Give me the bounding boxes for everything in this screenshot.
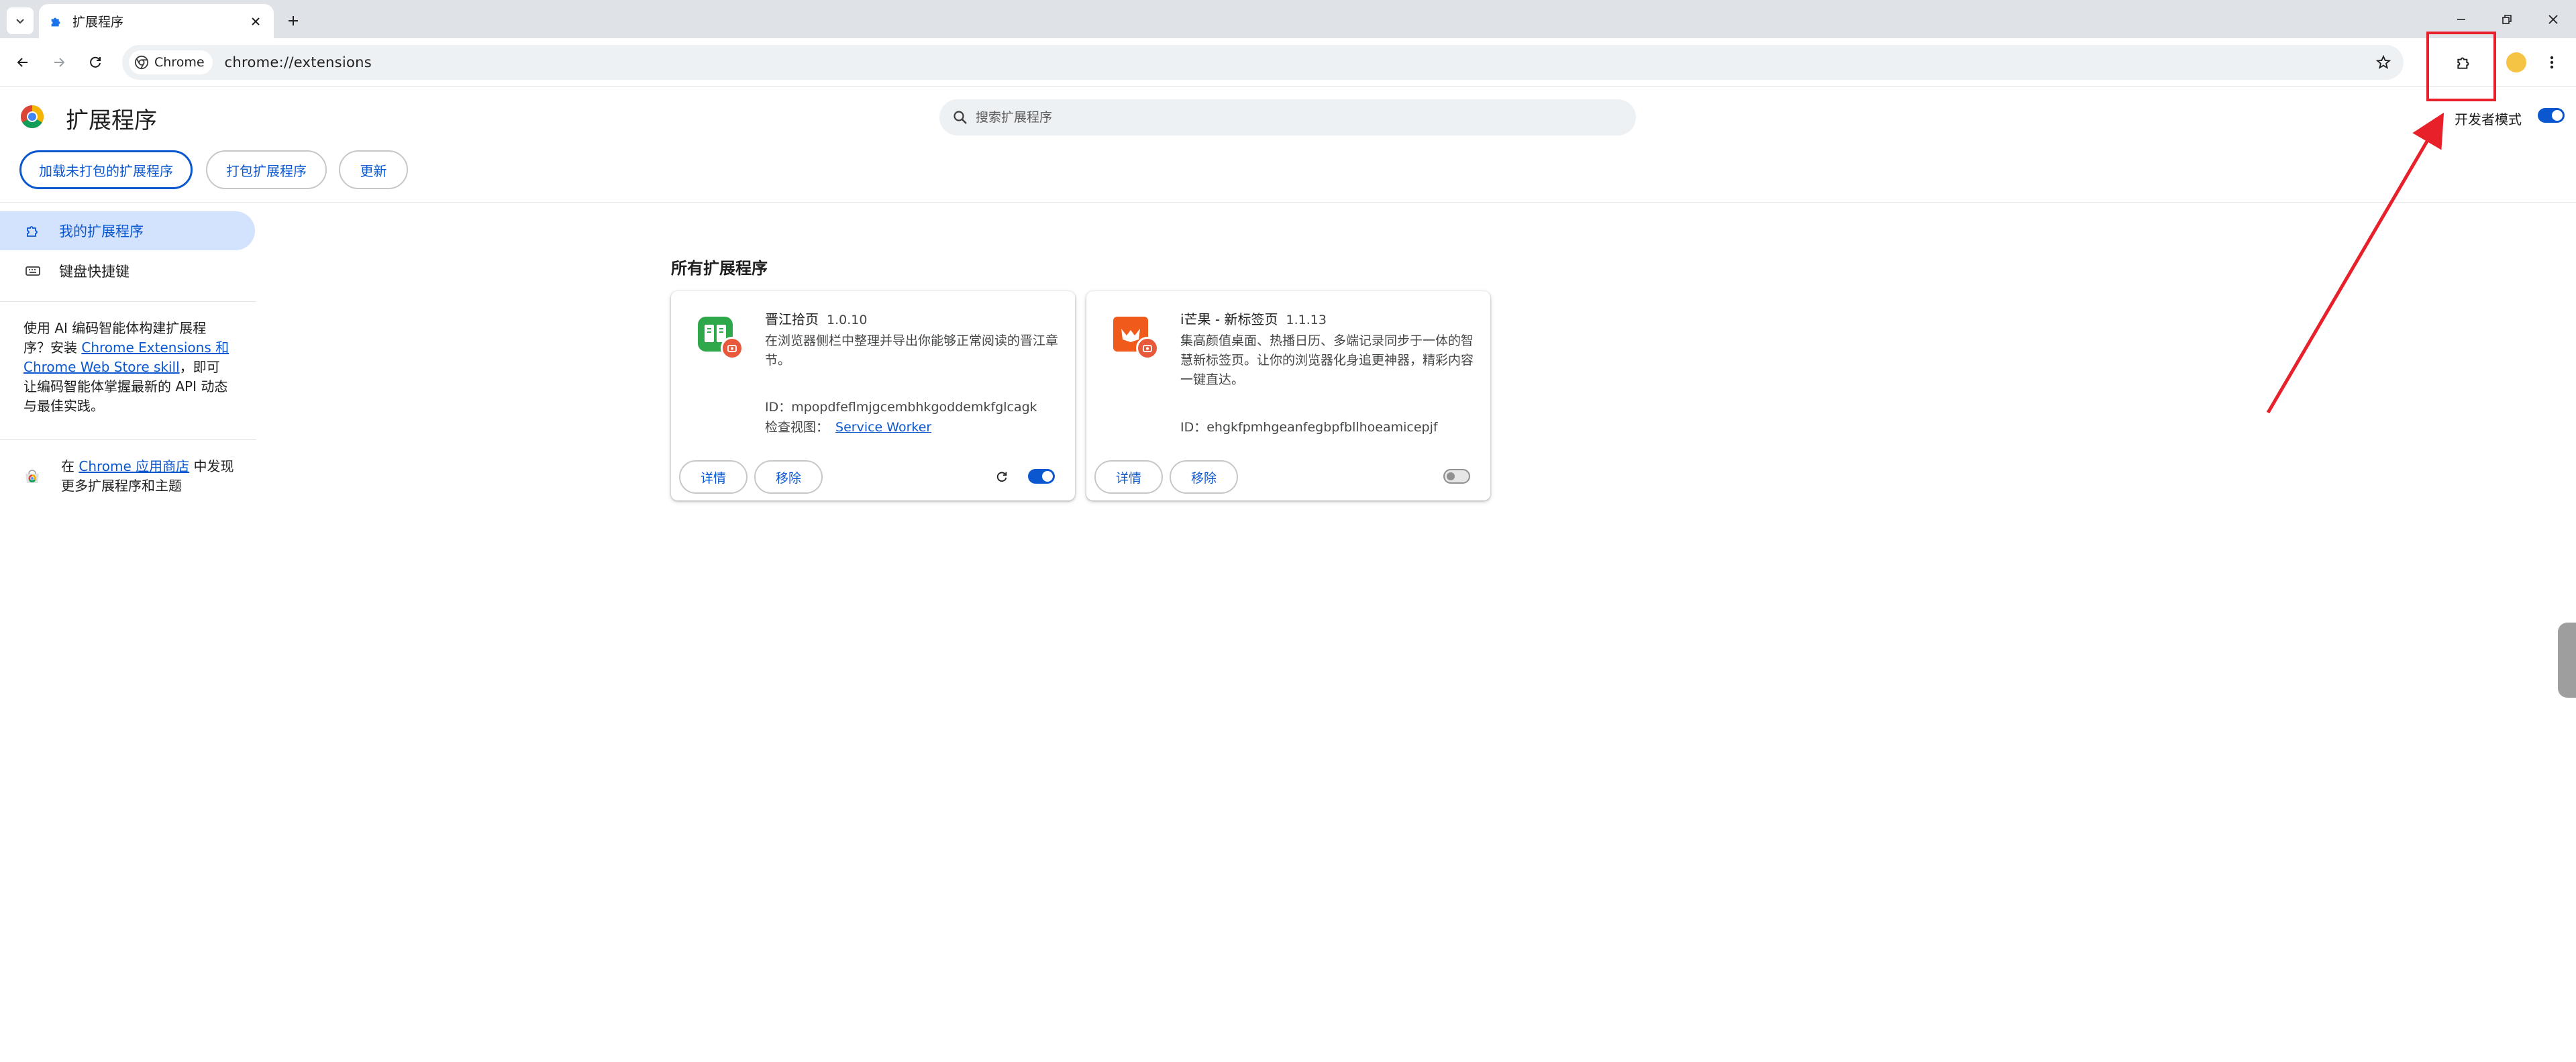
close-icon	[2548, 15, 2558, 24]
more-menu-button[interactable]	[2542, 49, 2562, 76]
minimize-icon	[2457, 19, 2465, 20]
reload-icon	[996, 472, 1007, 482]
divider	[0, 439, 256, 440]
plus-icon	[289, 16, 298, 25]
address-bar[interactable]: Chrome chrome://extensions	[122, 45, 2404, 80]
sidebar-item-keyboard-shortcuts[interactable]: 键盘快捷键	[0, 252, 255, 290]
extension-version: 1.0.10	[827, 313, 868, 327]
extension-badge-icon	[721, 337, 743, 360]
forward-button[interactable]	[46, 49, 72, 76]
restore-button[interactable]	[2493, 8, 2520, 31]
tab-search-button[interactable]	[7, 7, 34, 34]
details-button[interactable]: 详情	[1094, 460, 1163, 494]
extension-version: 1.1.13	[1286, 313, 1327, 327]
kebab-menu-icon	[2550, 56, 2554, 69]
reload-button[interactable]	[82, 49, 109, 76]
extension-description: 在浏览器侧栏中整理并导出你能够正常阅读的晋江章节。	[765, 333, 1059, 368]
reload-icon	[90, 56, 101, 68]
restore-icon	[2502, 15, 2512, 24]
url-text: chrome://extensions	[224, 54, 372, 70]
search-input[interactable]	[976, 110, 1580, 125]
service-worker-link[interactable]: Service Worker	[835, 420, 931, 435]
extension-card: 晋江拾页 1.0.10 在浏览器侧栏中整理并导出你能够正常阅读的晋江章节。 ID：…	[671, 291, 1075, 500]
chrome-logo-icon	[21, 105, 44, 128]
minimize-button[interactable]	[2448, 8, 2475, 31]
extension-description: 集高颜值桌面、热播日历、多端记录同步于一体的智慧新标签页。让你的浏览器化身追更神…	[1180, 333, 1474, 387]
extension-title: 晋江拾页	[765, 311, 819, 327]
dev-mode-label: 开发者模式	[2455, 111, 2522, 127]
keyboard-icon	[24, 262, 42, 280]
inspect-label: 检查视图：	[765, 420, 829, 435]
profile-avatar[interactable]	[2506, 52, 2526, 72]
extension-card: i芒果 - 新标签页 1.1.13 集高颜值桌面、热播日历、多端记录同步于一体的智…	[1086, 291, 1490, 500]
web-store-link[interactable]: Chrome 应用商店	[79, 458, 189, 474]
update-button[interactable]: 更新	[339, 150, 408, 189]
extension-enable-toggle[interactable]	[1028, 469, 1055, 484]
back-button[interactable]	[9, 49, 36, 76]
chrome-icon	[134, 55, 149, 70]
id-value: mpopdfeflmjgcembhkgoddemkfglcagk	[791, 400, 1037, 415]
arrow-right-icon	[54, 58, 65, 67]
extension-id: ID：mpopdfeflmjgcembhkgoddemkfglcagk	[765, 397, 1037, 415]
browser-toolbar: Chrome chrome://extensions	[0, 38, 2576, 87]
extension-title: i芒果 - 新标签页	[1180, 311, 1278, 327]
id-label: ID：	[1180, 420, 1207, 435]
chevron-down-icon	[16, 19, 24, 24]
extensions-header: 扩展程序 开发者模式 加载未打包的扩展程序 打包扩展程序 更新	[0, 87, 2576, 203]
sidebar-item-my-extensions[interactable]: 我的扩展程序	[0, 211, 255, 250]
extension-id: ID：ehgkfpmhgeanfegbpfbllhoeamicepjf	[1180, 417, 1438, 435]
extension-enable-toggle[interactable]	[1443, 469, 1470, 484]
dev-mode-toggle[interactable]	[2538, 108, 2565, 123]
tab-title: 扩展程序	[72, 15, 124, 30]
sidebar-item-label: 键盘快捷键	[59, 264, 130, 280]
web-store-icon	[25, 470, 39, 483]
reload-extension-button[interactable]	[992, 467, 1012, 487]
tab-strip: 扩展程序	[0, 0, 2576, 38]
puzzle-icon	[48, 13, 64, 30]
details-button[interactable]: 详情	[679, 460, 748, 494]
close-icon[interactable]	[247, 13, 264, 30]
pack-extension-button[interactable]: 打包扩展程序	[206, 150, 327, 189]
id-value: ehgkfpmhgeanfegbpfbllhoeamicepjf	[1206, 420, 1438, 435]
page-title: 扩展程序	[66, 107, 157, 134]
star-icon	[2375, 54, 2391, 69]
puzzle-icon	[24, 222, 42, 240]
web-store-text: 在 Chrome 应用商店 中发现更多扩展程序和主题	[61, 457, 238, 496]
active-tab[interactable]: 扩展程序	[39, 4, 274, 38]
window-close-button[interactable]	[2540, 8, 2567, 31]
store-prefix: 在	[61, 458, 79, 474]
extension-badge-icon	[1136, 337, 1159, 360]
section-title: 所有扩展程序	[671, 259, 768, 278]
chip-label: Chrome	[154, 55, 205, 70]
ai-skill-note: 使用 AI 编码智能体构建扩展程序？安装 Chrome Extensions 和…	[23, 319, 231, 416]
id-label: ID：	[765, 400, 792, 415]
new-tab-button[interactable]	[282, 9, 305, 32]
annotation-highlight-box	[2426, 32, 2496, 101]
extension-name: i芒果 - 新标签页 1.1.13	[1180, 309, 1327, 328]
scrollbar-thumb[interactable]	[2558, 623, 2576, 698]
load-unpacked-button[interactable]: 加载未打包的扩展程序	[19, 150, 193, 189]
divider	[0, 301, 256, 302]
remove-button[interactable]: 移除	[754, 460, 823, 494]
extension-name: 晋江拾页 1.0.10	[765, 309, 867, 328]
arrow-left-icon	[17, 58, 28, 67]
inspect-views: 检查视图： Service Worker	[765, 417, 931, 435]
sidebar-item-label: 我的扩展程序	[59, 223, 144, 240]
search-icon	[954, 111, 967, 124]
bookmark-star-button[interactable]	[2373, 52, 2394, 73]
web-store-promo: 在 Chrome 应用商店 中发现更多扩展程序和主题	[23, 457, 238, 496]
search-box[interactable]	[939, 99, 1636, 136]
remove-button[interactable]: 移除	[1170, 460, 1238, 494]
site-info-chip[interactable]: Chrome	[129, 50, 213, 74]
